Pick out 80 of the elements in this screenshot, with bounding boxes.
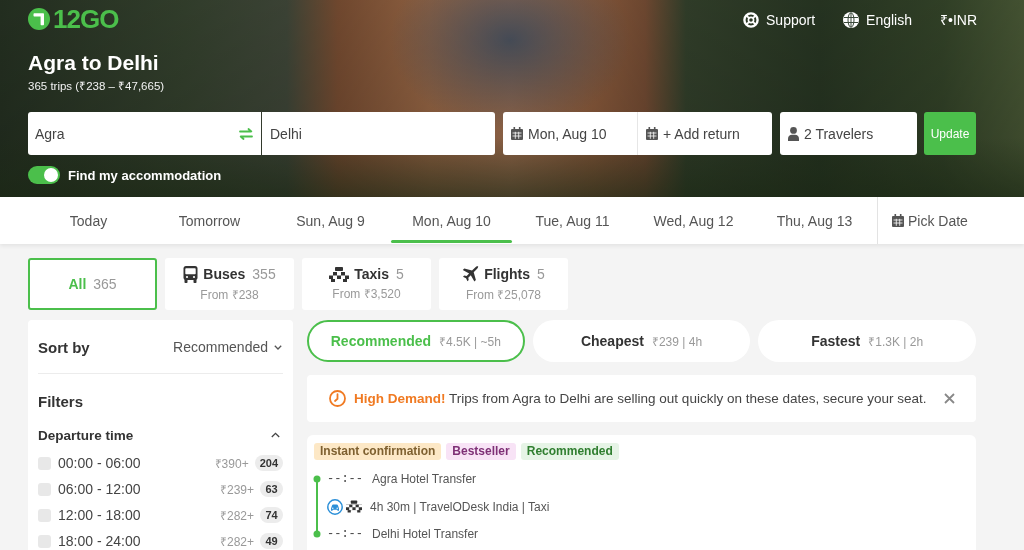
stop-marker (313, 530, 321, 538)
sort-tab[interactable]: Cheapest ₹239 | 4h (532, 320, 751, 362)
time-range-label: 12:00 - 18:00 (58, 507, 142, 523)
price-duration: ₹239 | 4h (651, 333, 703, 350)
airplane-icon (462, 265, 480, 283)
trip-summary: 365 trips (₹238 – ₹47,665) (28, 79, 165, 93)
stop-name: Delhi Hotel Transfer (372, 527, 479, 541)
globe-icon (843, 11, 860, 28)
time-range-label: 00:00 - 06:00 (58, 455, 142, 471)
trip-tag: Recommended (520, 443, 619, 460)
trip-count: 5 (537, 266, 545, 282)
add-return-field[interactable]: + Add return (637, 112, 772, 155)
caret-up-icon (271, 432, 280, 438)
price-from: ₹282+ (219, 533, 254, 550)
sort-heading: Sort by (38, 338, 90, 356)
date-tab[interactable]: Sun, Aug 9 (270, 197, 391, 244)
chevron-down-icon (274, 344, 282, 350)
date-tab[interactable]: Tue, Aug 11 (512, 197, 633, 244)
taxi-icon (329, 266, 350, 282)
stop-time: --:-- (327, 527, 363, 541)
price-from: From ₹238 (200, 286, 259, 303)
price-from: ₹239+ (219, 481, 254, 498)
destination-field[interactable]: Delhi (262, 112, 495, 155)
date-tab[interactable]: Mon, Aug 10 (391, 197, 512, 244)
trip-count: 63 (260, 481, 283, 497)
price-from: ₹282+ (219, 507, 254, 524)
alert-message: High Demand! Trips from Agra to Delhi are selling out quickly on these dates, secure your seat. (354, 391, 928, 406)
language-link[interactable]: English (843, 11, 912, 28)
clock-icon (329, 390, 346, 407)
date-tab[interactable]: Today (28, 197, 149, 244)
date-tab[interactable]: Wed, Aug 12 (633, 197, 754, 244)
bus-icon (183, 265, 199, 283)
calendar-icon (646, 127, 658, 140)
toggle-label: Find my accommodation (68, 167, 222, 183)
price-from: From ₹25,078 (465, 286, 541, 303)
origin-field[interactable]: Agra (28, 112, 261, 155)
price-duration: ₹4.5K | ~5h (439, 333, 501, 350)
person-icon (788, 126, 799, 141)
date-tab[interactable]: Tomorrow (149, 197, 270, 244)
time-range-label: 06:00 - 12:00 (58, 481, 142, 497)
logo[interactable]: 12GO (28, 8, 119, 30)
toggle-switch[interactable] (28, 166, 60, 184)
trip-details: 4h 30m | TravelODesk India | Taxi (370, 499, 550, 514)
trip-count: 5 (396, 266, 404, 282)
trip-count: 74 (260, 507, 283, 523)
departure-time-toggle[interactable]: Departure time (38, 426, 283, 444)
stop-marker (313, 475, 321, 483)
calendar-icon (892, 214, 904, 227)
price-from: From ₹3,520 (332, 286, 401, 302)
sort-dropdown[interactable]: Recommended (173, 339, 283, 355)
date-tab[interactable]: Thu, Aug 13 (754, 197, 875, 244)
price-from: ₹390+ (214, 455, 249, 472)
support-link[interactable]: Support (743, 11, 816, 28)
sort-tab[interactable]: Fastest ₹1.3K | 2h (758, 320, 976, 362)
trip-count: 355 (252, 266, 276, 282)
filters-heading: Filters (38, 392, 83, 412)
trip-tag: Instant confirmation (314, 443, 442, 460)
stop-name: Agra Hotel Transfer (372, 472, 477, 486)
travelers-field[interactable]: 2 Travelers (780, 112, 917, 155)
trip-count: 204 (254, 455, 283, 471)
transport-tab[interactable]: Flights 5 From ₹25,078 (439, 258, 568, 310)
close-icon[interactable] (944, 393, 955, 404)
stop-time: --:-- (327, 472, 363, 486)
date-field[interactable]: Mon, Aug 10 (503, 112, 637, 155)
pick-date-button[interactable]: Pick Date (878, 197, 968, 244)
car-icon (327, 498, 343, 515)
calendar-icon (511, 127, 523, 140)
time-range-label: 18:00 - 24:00 (58, 533, 142, 549)
swap-icon[interactable] (239, 127, 253, 140)
currency-link[interactable]: ₹•INR (940, 10, 977, 29)
transport-tab[interactable]: Taxis 5 From ₹3,520 (302, 258, 431, 310)
route-title: Agra to Delhi (28, 50, 159, 76)
price-duration: ₹1.3K | 2h (868, 333, 924, 350)
trip-count: 365 (93, 276, 117, 292)
logo-icon (28, 8, 50, 30)
lifebuoy-icon (743, 11, 759, 28)
transport-tab[interactable]: Buses 355 From ₹238 (165, 258, 294, 310)
trip-count: 49 (260, 533, 283, 549)
trip-tag: Bestseller (446, 443, 516, 460)
taxi-icon (346, 500, 362, 513)
